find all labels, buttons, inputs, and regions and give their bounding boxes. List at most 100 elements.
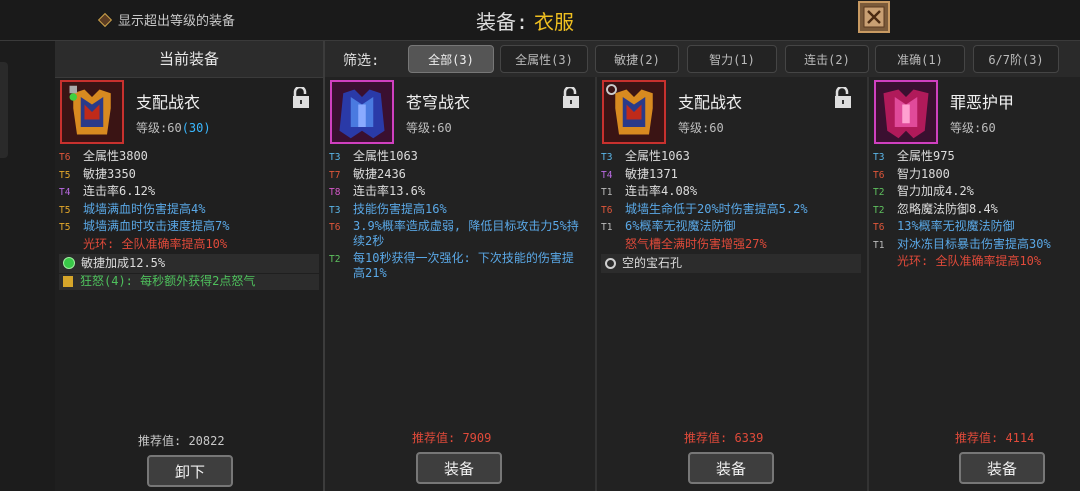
stat-row: T7 敏捷2436 xyxy=(329,167,585,183)
stat-row: T6 13%概率无视魔法防御 xyxy=(873,219,1080,235)
stat-row: 光环: 全队准确率提高10% xyxy=(59,237,319,252)
lock-toggle[interactable] xyxy=(291,85,311,109)
stat-tier xyxy=(59,237,83,238)
stat-row: T6 智力1800 xyxy=(873,167,1080,183)
stat-tier: T2 xyxy=(329,253,341,265)
stat-tier xyxy=(601,237,625,238)
current-level-label: 等级:60 xyxy=(136,121,182,135)
stat-text: 连击率4.08% xyxy=(625,184,698,198)
candidate-1-lock-toggle[interactable] xyxy=(561,85,581,109)
filter-tier-6-7[interactable]: 6/7阶(3) xyxy=(973,45,1059,73)
candidate-2-level: 等级:60 xyxy=(678,121,724,135)
stat-text: 全属性1063 xyxy=(353,149,418,163)
stat-tier xyxy=(873,254,897,255)
candidate-2-item-icon[interactable] xyxy=(602,80,666,144)
stat-row: T5 城墙满血时攻击速度提高7% xyxy=(59,219,319,235)
stat-tier: T6 xyxy=(329,222,341,233)
candidate-2-equip-button[interactable]: 装备 xyxy=(688,452,774,484)
current-item-icon[interactable] xyxy=(60,80,124,144)
stat-text: 技能伤害提高16% xyxy=(353,201,447,216)
page-title: 装备: 衣服 xyxy=(476,6,574,35)
show-over-level-toggle[interactable]: 显示超出等级的装备 xyxy=(97,10,235,29)
stat-text: 3.9%概率造成虚弱, 降低目标攻击力5%持续2秒 xyxy=(353,219,579,248)
stat-text: 全属性1063 xyxy=(625,149,690,163)
stat-tier: T6 xyxy=(873,222,885,233)
stat-text: 城墙生命低于20%时伤害提高5.2% xyxy=(625,201,808,216)
candidate-2-lock-toggle[interactable] xyxy=(833,85,853,109)
stat-text: 敏捷3350 xyxy=(83,166,136,181)
stat-text: 敏捷1371 xyxy=(625,166,678,181)
stat-text: 全属性975 xyxy=(897,149,955,163)
stat-text: 智力加成4.2% xyxy=(897,184,974,198)
stat-tier: T2 xyxy=(873,187,885,198)
stat-row: T2 忽略魔法防御8.4% xyxy=(873,202,1080,218)
candidate-3-item-icon[interactable] xyxy=(874,80,938,144)
empty-socket-icon xyxy=(605,257,616,269)
stat-text: 敏捷2436 xyxy=(353,166,406,181)
stat-text: 连击率6.12% xyxy=(83,184,156,198)
unlock-padlock-icon xyxy=(563,85,579,108)
current-item-level: 等级:60(30) xyxy=(136,119,211,136)
stat-tier: T1 xyxy=(601,222,613,233)
stat-tier: T2 xyxy=(873,204,885,216)
stat-text: 对冰冻目标暴击伤害提高30% xyxy=(897,236,1051,251)
filter-combo[interactable]: 连击(2) xyxy=(785,45,869,73)
stat-tier: T4 xyxy=(59,187,71,198)
unequip-button[interactable]: 卸下 xyxy=(147,455,233,487)
stat-text: 忽略魔法防御8.4% xyxy=(897,201,998,216)
stat-text: 城墙满血时伤害提高4% xyxy=(83,201,206,216)
set-bonus-text: 狂怒(4): 每秒额外获得2点怒气 xyxy=(80,274,256,288)
stat-tier: T6 xyxy=(59,152,71,163)
stat-row: T3 全属性1063 xyxy=(329,149,585,165)
stat-tier: T4 xyxy=(601,169,613,181)
stat-row: T3 技能伤害提高16% xyxy=(329,202,585,218)
set-bonus-row: 狂怒(4): 每秒额外获得2点怒气 xyxy=(59,273,319,290)
candidate-3-equip-button[interactable]: 装备 xyxy=(959,452,1045,484)
candidate-1-item-icon[interactable] xyxy=(330,80,394,144)
stat-text: 光环: 全队准确率提高10% xyxy=(897,254,1042,268)
gem-socket[interactable]: 敏捷加成12.5% xyxy=(59,253,319,273)
candidate-3-level: 等级:60 xyxy=(950,121,996,135)
empty-gem-socket[interactable]: 空的宝石孔 xyxy=(601,253,861,273)
stat-row: T1 连击率4.08% xyxy=(601,184,861,200)
candidate-2-name: 支配战衣 xyxy=(678,93,743,112)
filter-all[interactable]: 全部(3) xyxy=(408,45,494,73)
stat-tier: T5 xyxy=(59,204,71,216)
stat-tier: T3 xyxy=(873,152,885,163)
checkbox-diamond-icon[interactable] xyxy=(97,12,113,27)
sin-armor-icon xyxy=(876,82,936,142)
stat-row: T6 城墙生命低于20%时伤害提高5.2% xyxy=(601,202,861,218)
stat-tier: T8 xyxy=(329,187,341,198)
current-equipment-panel: 当前装备 支配战衣 等级:60(30) T6 全属性3800 T5 敏捷3350 T4 连… xyxy=(55,41,323,491)
current-item-name: 支配战衣 xyxy=(136,93,201,112)
stat-text: 智力1800 xyxy=(897,166,950,181)
left-edge-tab[interactable] xyxy=(0,62,8,158)
stat-row: T8 连击率13.6% xyxy=(329,184,585,200)
candidate-1-equip-button[interactable]: 装备 xyxy=(416,452,502,484)
stat-text: 连击率13.6% xyxy=(353,184,426,198)
current-recommend-value: 推荐值: 20822 xyxy=(138,434,225,448)
stat-tier: T1 xyxy=(873,239,885,251)
filter-agility[interactable]: 敏捷(2) xyxy=(595,45,679,73)
stat-text: 全属性3800 xyxy=(83,149,148,163)
stat-text: 光环: 全队准确率提高10% xyxy=(83,236,228,251)
candidate-2-recommend-value: 推荐值: 6339 xyxy=(684,431,764,445)
stat-row: 光环: 全队准确率提高10% xyxy=(873,254,1080,269)
candidate-1-name: 苍穹战衣 xyxy=(406,93,471,112)
blue-armor-icon xyxy=(332,82,392,142)
filter-intelligence[interactable]: 智力(1) xyxy=(687,45,777,73)
close-button[interactable] xyxy=(858,1,890,33)
stat-text: 城墙满血时攻击速度提高7% xyxy=(83,219,230,233)
filter-accuracy[interactable]: 准确(1) xyxy=(875,45,965,73)
empty-socket-text: 空的宝石孔 xyxy=(622,255,683,270)
stat-row: T6 3.9%概率造成虚弱, 降低目标攻击力5%持续2秒 xyxy=(329,219,585,249)
gem-bonus-text: 敏捷加成12.5% xyxy=(81,255,166,270)
stat-tier: T5 xyxy=(59,169,71,181)
filter-all-attributes[interactable]: 全属性(3) xyxy=(500,45,588,73)
stat-row: T5 城墙满血时伤害提高4% xyxy=(59,202,319,218)
stat-row: T2 每10秒获得一次强化: 下次技能的伤害提高21% xyxy=(329,251,585,281)
set-book-icon xyxy=(63,276,73,287)
stat-text: 6%概率无视魔法防御 xyxy=(625,219,736,233)
stat-tier: T5 xyxy=(59,222,71,233)
stat-tier: T3 xyxy=(329,152,341,163)
